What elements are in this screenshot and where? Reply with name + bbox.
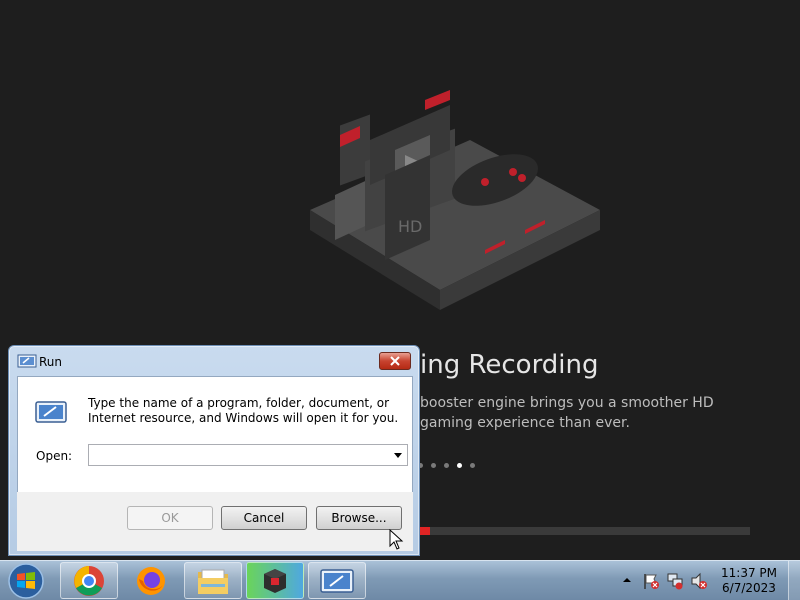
run-icon [17, 354, 37, 368]
dialog-title: Run [39, 355, 63, 369]
run-dialog: Run Type the name of a program, folder, … [8, 345, 420, 556]
taskbar-explorer[interactable] [184, 562, 242, 599]
mouse-cursor-icon [389, 529, 404, 550]
volume-muted-icon[interactable] [690, 572, 708, 590]
taskbar-recorder-app[interactable] [246, 562, 304, 599]
run-icon [320, 568, 354, 593]
taskbar-firefox[interactable] [122, 562, 180, 599]
progress-bar [420, 527, 750, 535]
open-dropdown-button[interactable] [389, 445, 407, 465]
file-explorer-icon [198, 569, 228, 594]
clock-date: 6/7/2023 [722, 581, 776, 595]
network-icon[interactable] [666, 572, 684, 590]
windows-logo-icon [8, 563, 44, 599]
carousel-dot[interactable] [431, 463, 436, 468]
open-input[interactable] [88, 444, 408, 466]
game-console-illustration: HD [310, 90, 600, 310]
dialog-description: Type the name of a program, folder, docu… [88, 396, 399, 425]
svg-text:HD: HD [398, 217, 422, 236]
slide-description: booster engine brings you a smoother HD … [420, 395, 714, 431]
browse-button[interactable]: Browse... [316, 506, 402, 530]
taskbar-run[interactable] [308, 562, 366, 599]
cancel-button[interactable]: Cancel [221, 506, 307, 530]
carousel-dot[interactable] [444, 463, 449, 468]
taskbar: 11:37 PM 6/7/2023 [0, 560, 800, 600]
show-desktop-button[interactable] [788, 561, 800, 600]
progress-fill [420, 527, 430, 535]
title-bar[interactable]: Run [9, 346, 419, 376]
slide-title: ing Recording [420, 350, 599, 380]
carousel-dot[interactable] [470, 463, 475, 468]
taskbar-chrome[interactable] [60, 562, 118, 599]
action-center-flag-icon[interactable] [642, 572, 660, 590]
clock[interactable]: 11:37 PM 6/7/2023 [716, 566, 782, 596]
firefox-icon [137, 566, 165, 595]
close-icon [390, 356, 400, 366]
ok-button[interactable]: OK [127, 506, 213, 530]
start-button[interactable] [4, 562, 48, 600]
run-program-icon [35, 401, 67, 423]
carousel-dots [418, 463, 475, 468]
recorder-app-icon [264, 568, 286, 593]
close-button[interactable] [379, 352, 411, 370]
carousel-dot-active[interactable] [457, 463, 462, 468]
show-hidden-icons-icon[interactable] [622, 575, 632, 585]
clock-time: 11:37 PM [721, 566, 777, 580]
open-label: Open: [36, 449, 73, 463]
chrome-icon [74, 565, 104, 596]
chevron-down-icon [394, 452, 402, 458]
